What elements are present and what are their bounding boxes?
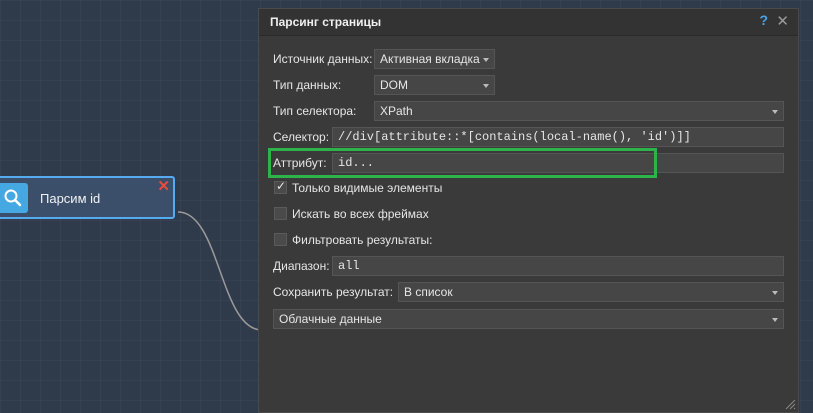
range-input[interactable]: all xyxy=(332,256,784,276)
all-frames-label: Искать во всех фреймах xyxy=(292,207,429,221)
only-visible-checkbox[interactable]: ✓ xyxy=(274,179,287,194)
data-type-value: DOM xyxy=(380,78,408,92)
chevron-down-icon xyxy=(483,84,489,88)
filter-label: Фильтровать результаты: xyxy=(292,233,433,247)
selector-label: Селектор: xyxy=(273,130,330,144)
node-close-icon[interactable]: ✕ xyxy=(157,177,170,195)
selector-type-value: XPath xyxy=(380,104,413,118)
cloud-data-select[interactable]: Облачные данные xyxy=(273,309,784,329)
search-icon xyxy=(0,183,28,213)
chevron-down-icon xyxy=(772,318,778,322)
close-icon[interactable]: ✕ xyxy=(776,12,789,30)
node-label: Парсим id xyxy=(40,191,101,206)
source-select[interactable]: Активная вкладка xyxy=(374,49,495,69)
chevron-down-icon xyxy=(772,110,778,114)
selector-type-select[interactable]: XPath xyxy=(374,101,784,121)
chevron-down-icon xyxy=(483,58,489,62)
save-result-label: Сохранить результат: xyxy=(273,285,394,299)
attribute-highlight-box xyxy=(268,148,657,178)
dialog-titlebar[interactable]: Парсинг страницы ? ✕ xyxy=(259,9,798,36)
data-type-label: Тип данных: xyxy=(273,78,342,92)
data-type-select[interactable]: DOM xyxy=(374,75,495,95)
checkmark-icon: ✓ xyxy=(276,179,287,193)
save-result-value: В список xyxy=(404,285,453,299)
resize-grip-icon[interactable] xyxy=(784,398,796,410)
filter-checkbox[interactable] xyxy=(274,233,287,246)
save-result-select[interactable]: В список xyxy=(398,282,784,302)
source-value: Активная вкладка xyxy=(380,52,480,66)
chevron-down-icon xyxy=(772,291,778,295)
selector-input[interactable]: //div[attribute::*[contains(local-name()… xyxy=(332,127,784,147)
dialog-title: Парсинг страницы xyxy=(270,15,382,29)
action-node[interactable]: Парсим id ✕ xyxy=(0,176,175,219)
source-label: Источник данных: xyxy=(273,52,373,66)
parse-page-dialog: Парсинг страницы ? ✕ Источник данных: Ак… xyxy=(258,8,799,413)
cloud-data-value: Облачные данные xyxy=(279,312,382,326)
only-visible-label: Только видимые элементы xyxy=(292,181,443,195)
range-label: Диапазон: xyxy=(273,259,330,273)
help-icon[interactable]: ? xyxy=(759,12,768,28)
selector-type-label: Тип селектора: xyxy=(273,104,357,118)
all-frames-checkbox[interactable] xyxy=(274,207,287,220)
